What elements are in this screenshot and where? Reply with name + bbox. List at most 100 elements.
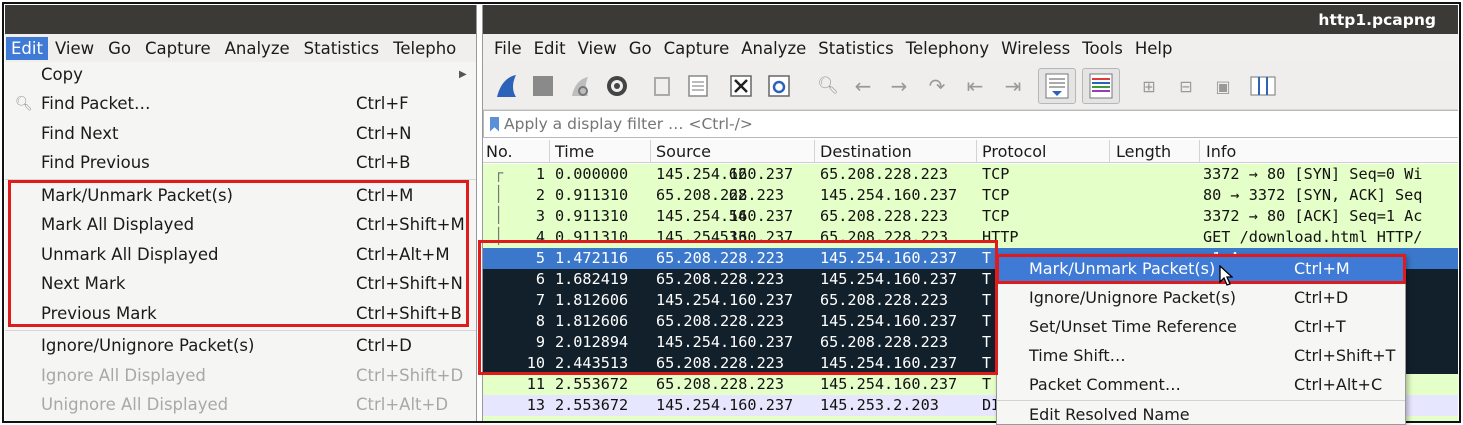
go-to-packet-icon[interactable]: ↷ [923,72,951,100]
menu-file[interactable]: File [483,39,528,58]
menu-view[interactable]: View [572,39,623,58]
reload-file-icon[interactable] [765,72,793,100]
menu-tools[interactable]: Tools [1076,39,1129,58]
menu-item-find-packet[interactable]: 🔍︎ Find Packet… Ctrl+F [5,89,476,118]
go-forward-icon[interactable]: → [885,72,913,100]
packet-cell-dst: 145.254.160.237 [820,186,958,204]
menu-wireless[interactable]: Wireless [995,39,1076,58]
packet-row[interactable]: ┌ 1 0.000000 145.254.160.237 65.208.228.223 T… [483,164,1458,185]
menu-item-mark-all-displayed[interactable]: Mark All Displayed Ctrl+Shift+M [5,210,476,239]
close-file-icon[interactable] [727,72,755,100]
open-file-icon[interactable] [649,72,677,100]
go-first-packet-icon[interactable]: ⇤ [961,72,989,100]
packet-cell-no: 7 [535,291,545,309]
menu-go[interactable]: Go [101,39,138,58]
find-packet-icon[interactable]: 🔍︎ [814,72,842,100]
menu-item-copy[interactable]: Copy ▶ [5,60,476,89]
menu-item-find-next[interactable]: Find Next Ctrl+N [5,119,476,148]
packet-cell-proto: T [982,291,992,309]
column-protocol[interactable]: Protocol [982,142,1046,161]
menu-capture[interactable]: Capture [138,39,218,58]
zoom-in-icon[interactable]: ⊞ [1135,72,1163,100]
menu-help[interactable]: Help [1129,39,1179,58]
zoom-out-icon[interactable]: ⊟ [1172,72,1200,100]
resize-columns-icon[interactable] [1249,72,1277,100]
ctx-shortcut: Ctrl+Alt+C [1294,375,1383,394]
packet-cell-time: 2.443513 [555,354,629,372]
menu-go[interactable]: Go [623,39,658,58]
ctx-ignore-unignore[interactable]: Ignore/Unignore Packet(s) Ctrl+D [997,284,1405,313]
column-time[interactable]: Time [555,142,594,161]
colorize-toggle[interactable] [1082,68,1120,104]
ctx-time-reference[interactable]: Set/Unset Time Reference Ctrl+T [997,313,1405,342]
menu-analyze[interactable]: Analyze [735,39,812,58]
packet-cell-dst: 145.253.2.203 [820,396,939,414]
packet-cell-proto: T [982,375,992,393]
menu-item-next-mark[interactable]: Next Mark Ctrl+Shift+N [5,269,476,298]
packet-cell-dst: 145.254.160.237 [820,354,958,372]
menu-telephony[interactable]: Telephony [900,39,995,58]
go-last-packet-icon[interactable]: ⇥ [999,72,1027,100]
packet-cell-src: 65.208.228.223 [656,249,785,267]
ctx-mark-unmark[interactable]: Mark/Unmark Packet(s) Ctrl+M [997,255,1405,284]
packet-cell-proto: TCP [982,165,1010,183]
packet-cell-proto: T [982,312,992,330]
menu-item-shortcut: Ctrl+N [356,124,412,143]
packet-row[interactable]: │ 4 0.911310 145.254.160.237 65.208.228.223 H… [483,227,1458,248]
packet-row[interactable]: │ 3 0.911310 145.254.160.237 65.208.228.223 T… [483,206,1458,227]
display-filter-input[interactable] [504,115,1104,133]
stop-capture-icon[interactable] [529,72,557,100]
packet-cell-dst: 145.254.160.237 [820,270,958,288]
normal-size-icon[interactable]: ▣ [1209,72,1237,100]
column-source[interactable]: Source [656,142,711,161]
menu-item-unmark-all-displayed[interactable]: Unmark All Displayed Ctrl+Alt+M [5,240,476,269]
packet-cell-time: 2.553672 [555,375,629,393]
go-back-icon[interactable]: ← [849,72,877,100]
auto-scroll-toggle[interactable] [1038,68,1076,104]
packet-cell-len: 62 [728,186,747,204]
packet-cell-no: 11 [526,375,545,393]
menu-item-shortcut: Ctrl+Alt+D [356,395,449,414]
menu-item-previous-mark[interactable]: Previous Mark Ctrl+Shift+B [5,299,476,328]
menu-capture[interactable]: Capture [658,39,736,58]
menu-edit[interactable]: Edit [6,36,48,60]
window-title: http1.pcapng [1318,10,1436,29]
menu-view[interactable]: View [48,39,101,58]
column-info[interactable]: Info [1206,142,1236,161]
column-no[interactable]: No. [486,142,513,161]
menu-item-mark-unmark[interactable]: Mark/Unmark Packet(s) Ctrl+M [5,181,476,210]
display-filter-bar[interactable] [483,110,1458,138]
menu-analyze[interactable]: Analyze [218,39,297,58]
column-length[interactable]: Length [1116,142,1171,161]
conversation-tree-icon: │ [494,227,504,245]
menu-item-label: Mark/Unmark Packet(s) [41,186,233,205]
menu-item-label: Unmark All Displayed [41,245,219,264]
start-capture-shark-fin-icon[interactable] [493,72,521,100]
menu-statistics[interactable]: Statistics [812,39,899,58]
menu-item-shortcut: Ctrl+Shift+D [356,366,464,385]
save-file-icon[interactable] [684,72,712,100]
packet-cell-no: 13 [526,396,545,414]
bookmark-icon[interactable] [490,116,499,132]
ctx-edit-resolved-name[interactable]: Edit Resolved Name [997,401,1405,424]
packet-cell-src: 145.254.160.237 [656,207,794,225]
menu-item-label: Unignore All Displayed [41,395,229,414]
packet-cell-time: 0.911310 [555,228,629,246]
packet-row[interactable]: │ 2 0.911310 65.208.228.223 145.254.160.237 T… [483,185,1458,206]
packet-cell-no: 1 [535,165,545,183]
packet-cell-proto: T [982,270,992,288]
menu-edit[interactable]: Edit [528,39,572,58]
menu-item-label: Ignore/Unignore Packet(s) [41,336,255,355]
menu-statistics[interactable]: Statistics [297,39,386,58]
menu-telephony[interactable]: Telepho [386,39,463,58]
packet-context-menu: Mark/Unmark Packet(s) Ctrl+M Ignore/Unig… [996,254,1406,425]
ctx-time-shift[interactable]: Time Shift… Ctrl+Shift+T [997,342,1405,371]
packet-cell-time: 1.682419 [555,270,629,288]
ctx-shortcut: Ctrl+M [1294,259,1350,278]
ctx-packet-comment[interactable]: Packet Comment… Ctrl+Alt+C [997,371,1405,400]
capture-options-gear-icon[interactable] [603,72,631,100]
menu-item-find-previous[interactable]: Find Previous Ctrl+B [5,148,476,177]
restart-capture-icon[interactable] [566,72,594,100]
column-destination[interactable]: Destination [820,142,912,161]
menu-item-ignore-unignore[interactable]: Ignore/Unignore Packet(s) Ctrl+D [5,331,476,360]
